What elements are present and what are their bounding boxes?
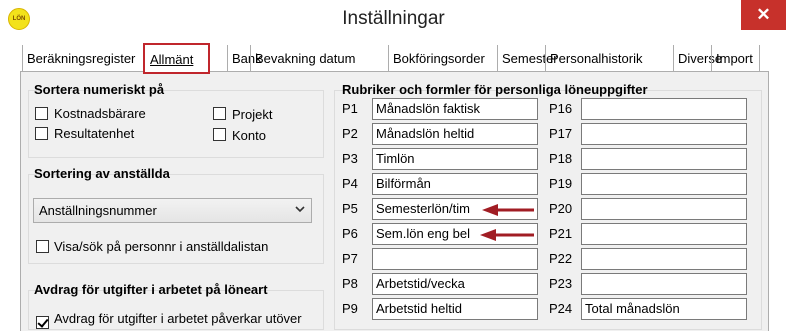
- resultatenhet-label: Resultatenhet: [54, 126, 135, 141]
- konto-label: Konto: [232, 128, 266, 143]
- konto-checkbox[interactable]: [213, 128, 226, 141]
- p20-label: P20: [549, 201, 573, 216]
- p8-field[interactable]: Arbetstid/vecka: [372, 273, 538, 295]
- p23-field[interactable]: [581, 273, 747, 295]
- sort-employees-select[interactable]: Anställningsnummer: [33, 198, 312, 223]
- p9-label: P9: [342, 301, 358, 316]
- p2-field[interactable]: Månadslön heltid: [372, 123, 538, 145]
- p18-label: P18: [549, 151, 573, 166]
- tab-import[interactable]: Import: [711, 45, 760, 72]
- p3-label: P3: [342, 151, 358, 166]
- title-bar: LÖN Inställningar ✕: [0, 0, 787, 38]
- p17-label: P17: [549, 126, 573, 141]
- p21-label: P21: [549, 226, 573, 241]
- p2-label: P2: [342, 126, 358, 141]
- sort-numeric-group: [28, 90, 324, 158]
- sort-numeric-title: Sortera numeriskt på: [34, 82, 165, 97]
- p22-label: P22: [549, 251, 573, 266]
- sort-employees-title: Sortering av anställda: [34, 166, 170, 181]
- rubriker-title: Rubriker och formler för personliga löne…: [342, 82, 648, 97]
- chevron-down-icon: [295, 206, 305, 213]
- show-pnr-label: Visa/sök på personnr i anställdalistan: [54, 239, 269, 254]
- kostnadsbarare-label: Kostnadsbärare: [54, 106, 146, 121]
- p5-label: P5: [342, 201, 358, 216]
- p24-label: P24: [549, 301, 573, 316]
- tab-bokforingsorder[interactable]: Bokföringsorder: [388, 45, 497, 72]
- annotation-arrow-p5-icon: [482, 204, 534, 216]
- p24-field[interactable]: Total månadslön: [581, 298, 747, 320]
- p23-label: P23: [549, 276, 573, 291]
- projekt-checkbox[interactable]: [213, 107, 226, 120]
- p3-field[interactable]: Timlön: [372, 148, 538, 170]
- projekt-label: Projekt: [232, 107, 273, 122]
- p19-field[interactable]: [581, 173, 747, 195]
- p7-field[interactable]: [372, 248, 538, 270]
- p4-label: P4: [342, 176, 358, 191]
- kostnadsbarare-checkbox[interactable]: [35, 107, 48, 120]
- window-title: Inställningar: [342, 8, 445, 29]
- tab-personalhistorik[interactable]: Personalhistorik: [545, 45, 673, 72]
- p7-label: P7: [342, 251, 358, 266]
- tab-bevakning-datum[interactable]: Bevakning datum: [250, 45, 388, 72]
- p19-label: P19: [549, 176, 573, 191]
- p6-label: P6: [342, 226, 358, 241]
- resultatenhet-checkbox[interactable]: [35, 127, 48, 140]
- deduction-title: Avdrag för utgifter i arbetet på löneart: [34, 282, 268, 297]
- annotation-arrow-p6-icon: [480, 229, 534, 241]
- close-button[interactable]: ✕: [741, 0, 786, 30]
- p1-label: P1: [342, 101, 358, 116]
- p16-field[interactable]: [581, 98, 747, 120]
- p18-field[interactable]: [581, 148, 747, 170]
- p9-field[interactable]: Arbetstid heltid: [372, 298, 538, 320]
- p1-field[interactable]: Månadslön faktisk: [372, 98, 538, 120]
- p22-field[interactable]: [581, 248, 747, 270]
- p17-field[interactable]: [581, 123, 747, 145]
- p8-label: P8: [342, 276, 358, 291]
- sort-employees-value: Anställningsnummer: [39, 203, 157, 218]
- p20-field[interactable]: [581, 198, 747, 220]
- p16-label: P16: [549, 101, 573, 116]
- tab-berakningsregister[interactable]: Beräkningsregister: [22, 45, 141, 72]
- deduction-label: Avdrag för utgifter i arbetet påverkar u…: [54, 311, 302, 326]
- show-pnr-checkbox[interactable]: [36, 240, 49, 253]
- p21-field[interactable]: [581, 223, 747, 245]
- p4-field[interactable]: Bilförmån: [372, 173, 538, 195]
- deduction-checkbox[interactable]: [36, 316, 49, 329]
- tab-allmant[interactable]: Allmänt: [143, 43, 210, 74]
